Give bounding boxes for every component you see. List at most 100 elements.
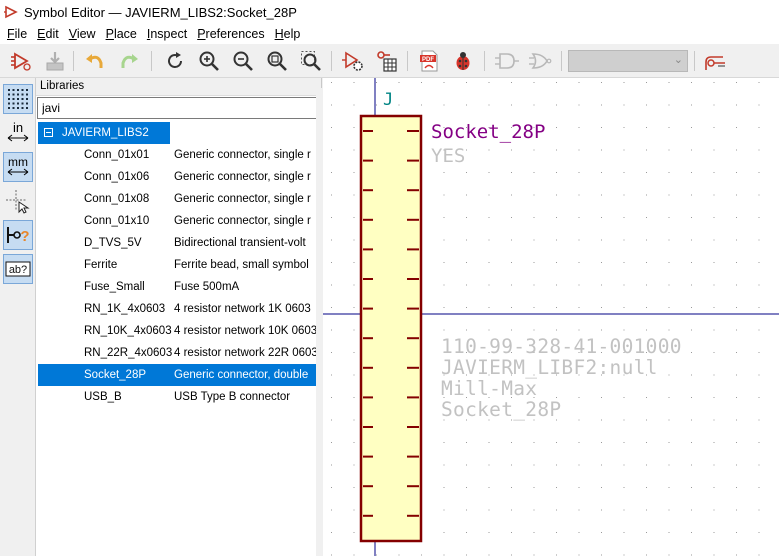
menu-file[interactable]: File [2,27,32,41]
zoom-in-icon[interactable] [196,48,222,74]
de-morgan-standard-icon[interactable] [494,48,520,74]
grid-point [601,284,602,286]
menu-preferences[interactable]: Preferences [192,27,269,41]
symbol-canvas[interactable]: J Socket_28P YES 110-99-328-41-001000 JAVIER… [323,78,779,556]
grid-point [556,442,557,443]
pin-type-icon[interactable]: ? [3,220,33,250]
left-toolbar: in mm ? ab? [0,78,36,556]
grid-point [736,307,737,308]
menu-edit[interactable]: Edit [32,27,64,41]
pin-names-icon[interactable]: ab? [3,254,33,284]
grid-point [533,104,535,106]
zoom-out-icon[interactable] [230,48,256,74]
grid-point [713,532,715,533]
zoom-fit-icon[interactable] [264,48,290,74]
grid-point [736,554,737,556]
grid-point [353,149,355,151]
grid-point [331,419,332,421]
grid-point [443,194,445,196]
grid-point [488,217,490,218]
grid-point [691,554,692,556]
symbol-name: RN_22R_4x0603 [84,347,173,359]
grid-point [443,82,445,83]
library-search-input[interactable] [37,97,317,119]
grid-point [353,82,355,83]
grid-point [623,172,625,173]
menu-inspect[interactable]: Inspect [142,27,192,41]
menu-place[interactable]: Place [101,27,142,41]
hidden-field: Mill-Max [441,377,537,400]
grid-point [713,352,715,353]
grid-point [488,82,490,83]
grid-point [668,532,670,533]
grid-point [623,464,625,466]
symbol-row-conn_01x01[interactable]: Conn_01x01 Generic connector, single r [38,144,316,166]
grid-point [556,82,557,83]
symbol-row-rn_22r_4x0603[interactable]: RN_22R_4x0603 4 resistor network 22R 0603 [38,342,316,364]
hidden-field: 110-99-328-41-001000 [441,335,682,358]
symbol-row-ferrite[interactable]: Ferrite Ferrite bead, small symbol [38,254,316,276]
grid-point [691,419,692,421]
save-icon[interactable] [42,48,68,74]
units-inches-icon[interactable]: in [3,118,33,148]
unit-select[interactable]: ⌄ [568,50,688,72]
grid-toggle-icon[interactable] [3,84,33,114]
symbol-name: RN_10K_4x0603 [84,325,172,337]
grid-point [443,217,445,218]
symbol-properties-icon[interactable] [340,48,366,74]
grid-point [713,104,715,106]
grid-point [646,82,647,83]
symbol-row-usb_b[interactable]: USB_B USB Type B connector [38,386,316,408]
symbol-row-d_tvs_5v[interactable]: D_TVS_5V Bidirectional transient-volt [38,232,316,254]
grid-point [691,239,692,241]
symbol-checker-icon[interactable] [702,48,728,74]
grid-point [668,442,670,443]
grid-point [578,419,580,421]
grid-point [736,172,737,173]
grid-point [533,262,535,263]
cursor-crosshair-icon[interactable] [3,186,33,216]
symbol-row-rn_1k_4x0603[interactable]: RN_1K_4x0603 4 resistor network 1K 0603 [38,298,316,320]
grid-point [713,217,715,218]
undo-icon[interactable] [82,48,108,74]
grid-point [713,262,715,263]
grid-point [578,82,580,83]
refresh-icon[interactable] [162,48,188,74]
run-erc-icon[interactable] [450,48,476,74]
grid-dot [17,102,19,105]
grid-point [601,127,602,128]
grid-point [691,509,692,511]
pin-table-icon[interactable] [374,48,400,74]
symbol-row-conn_01x10[interactable]: Conn_01x10 Generic connector, single r [38,210,316,232]
grid-point [601,509,602,511]
symbol-row-rn_10k_4x0603[interactable]: RN_10K_4x0603 4 resistor network 10K 0603 [38,320,316,342]
grid-point [556,532,557,533]
grid-point [443,554,445,556]
library-node[interactable]: JAVIERM_LIBS2 [38,122,170,144]
grid-point [691,149,692,151]
de-morgan-alternate-icon[interactable] [528,48,554,74]
collapse-icon[interactable] [44,128,53,137]
symbol-row-socket_28p[interactable]: Socket_28P Generic connector, double [38,364,316,386]
grid-point [668,487,670,488]
grid-dot [21,102,24,105]
grid-point [736,509,737,511]
menu-view[interactable]: View [64,27,101,41]
symbol-row-conn_01x06[interactable]: Conn_01x06 Generic connector, single r [38,166,316,188]
datasheet-pdf-icon[interactable]: PDF [416,48,442,74]
grid-point [691,374,692,376]
zoom-selection-icon[interactable] [298,48,324,74]
grid-point [713,82,715,83]
redo-icon[interactable] [116,48,142,74]
grid-point [758,329,760,331]
symbol-row-conn_01x08[interactable]: Conn_01x08 Generic connector, single r [38,188,316,210]
grid-point [601,554,602,556]
grid-point [736,442,737,443]
menu-help[interactable]: Help [270,27,306,41]
new-symbol-icon[interactable] [8,48,34,74]
library-scrollbar[interactable] [316,88,322,556]
symbol-name: D_TVS_5V [84,237,142,249]
symbol-row-fuse_small[interactable]: Fuse_Small Fuse 500mA [38,276,316,298]
grid-point [376,554,377,556]
units-mm-icon[interactable]: mm [3,152,33,182]
